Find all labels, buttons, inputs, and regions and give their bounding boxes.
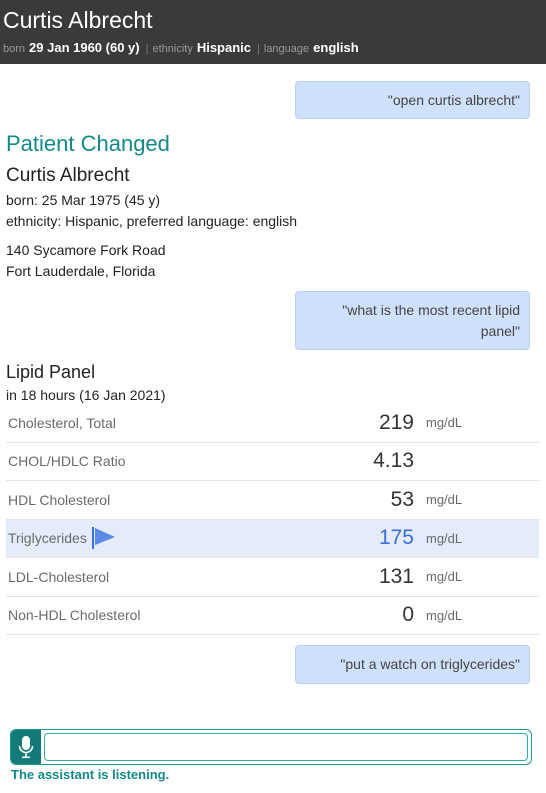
lipid-panel-title: Lipid Panel (6, 362, 96, 382)
patient-changed-name: Curtis Albrecht (6, 165, 130, 186)
address-line-1: 140 Sycamore Fork Road (6, 242, 166, 258)
microphone-icon (18, 736, 34, 759)
result-label: LDL-Cholesterol (8, 568, 110, 585)
result-unit: mg/dL (426, 607, 463, 623)
patient-born: born: 25 Mar 1975 (45 y) (6, 192, 161, 208)
result-value: 175 (378, 526, 414, 550)
assistant-status: The assistant is listening. (11, 767, 170, 782)
patient-meta: born 29 Jan 1960 (60 y) | ethnicity Hispa… (3, 40, 543, 55)
user-utterance-bubble: "put a watch on triglycerides" (295, 645, 530, 684)
result-label: Triglycerides (8, 530, 87, 547)
result-value: 0 (402, 603, 414, 627)
born-label: born (3, 43, 26, 55)
patient-ethnicity-language: ethnicity: Hispanic, preferred language:… (6, 213, 298, 229)
language-value: english (313, 40, 359, 55)
patient-header: Curtis Albrecht born 29 Jan 1960 (60 y) … (0, 0, 546, 64)
table-row: Cholesterol, Total 219 mg/dL (6, 404, 539, 443)
result-unit: mg/dL (426, 415, 463, 431)
table-row: LDL-Cholesterol 131 mg/dL (6, 558, 539, 597)
result-value: 53 (390, 487, 414, 511)
ethnicity-value: Hispanic (196, 40, 252, 55)
assistant-input-bar (10, 729, 532, 765)
result-label: Non-HDL Cholesterol (8, 607, 141, 624)
born-value: 29 Jan 1960 (60 y) (29, 40, 140, 55)
address-line-2: Fort Lauderdale, Florida (6, 263, 156, 279)
table-row: HDL Cholesterol 53 mg/dL (6, 481, 539, 520)
microphone-button[interactable] (11, 730, 41, 764)
user-utterance-bubble: "what is the most recent lipid panel" (295, 291, 530, 350)
lipid-panel-table: Cholesterol, Total 219 mg/dL CHOL/HDLC R… (6, 404, 539, 635)
result-unit: mg/dL (426, 530, 463, 546)
result-unit: mg/dL (426, 492, 463, 508)
result-label: CHOL/HDLC Ratio (8, 453, 126, 470)
assistant-text-input[interactable] (44, 733, 528, 761)
ethnicity-label: ethnicity (152, 43, 193, 55)
table-row: Non-HDL Cholesterol 0 mg/dL (6, 597, 539, 635)
separator: | (257, 43, 260, 55)
result-value: 219 (378, 410, 414, 434)
flag-icon[interactable] (91, 526, 117, 550)
result-unit: mg/dL (426, 569, 463, 585)
separator: | (145, 43, 149, 55)
language-label: language (263, 43, 310, 55)
result-label-with-flag: Triglycerides (8, 526, 117, 550)
result-label: HDL Cholesterol (8, 491, 111, 508)
result-label: Cholesterol, Total (8, 414, 116, 431)
patient-changed-title: Patient Changed (6, 131, 170, 156)
user-utterance-bubble: "open curtis albrecht" (295, 81, 530, 119)
table-row-flagged: Triglycerides 175 mg/dL (6, 519, 539, 558)
lipid-panel-date: in 18 hours (16 Jan 2021) (6, 387, 166, 403)
table-row: CHOL/HDLC Ratio 4.13 (6, 443, 539, 481)
patient-name: Curtis Albrecht (3, 7, 153, 33)
result-value: 131 (378, 564, 414, 588)
result-value: 4.13 (373, 449, 414, 473)
